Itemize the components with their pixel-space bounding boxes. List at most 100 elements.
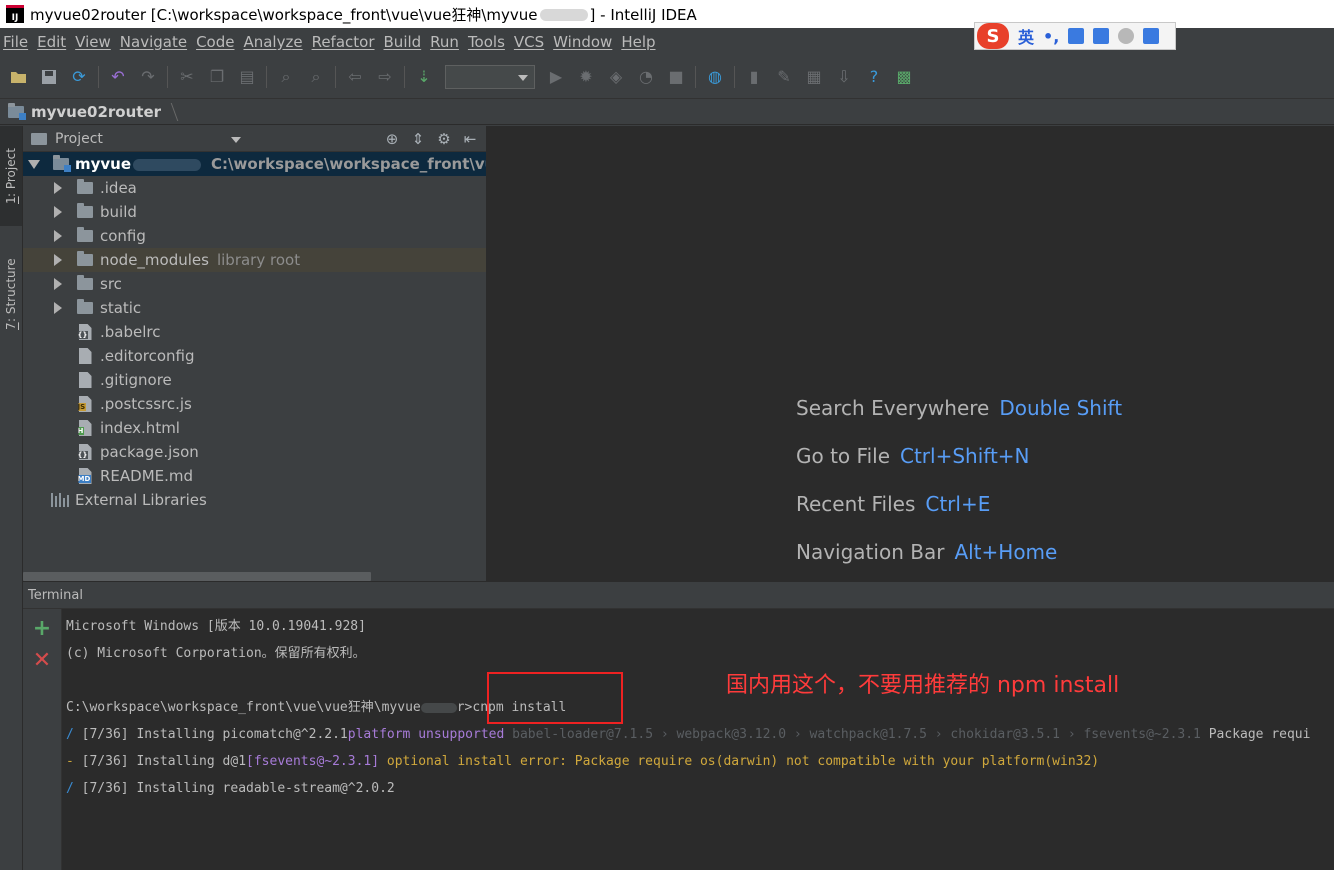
hide-panel-icon[interactable]: ⇤ bbox=[460, 129, 480, 149]
vcs-icon[interactable]: ▮ bbox=[743, 66, 765, 88]
collapse-all-icon[interactable]: ⇕ bbox=[408, 129, 428, 149]
menu-analyze[interactable]: Analyze bbox=[240, 33, 308, 51]
tree-root[interactable]: myvue C:\workspace\workspace_front\vue\vu… bbox=[23, 152, 486, 176]
replace-icon[interactable]: ⌕ bbox=[305, 66, 327, 88]
chevron-down-icon[interactable] bbox=[231, 137, 241, 143]
undo-icon[interactable]: ↶ bbox=[107, 66, 129, 88]
terminal-header: Terminal bbox=[23, 581, 1334, 609]
browser-icon[interactable]: ◍ bbox=[704, 66, 726, 88]
ime-mode-toggle[interactable]: 英 bbox=[1018, 24, 1034, 48]
open-folder-icon[interactable] bbox=[8, 66, 30, 88]
tree-item[interactable]: .gitignore bbox=[23, 368, 486, 392]
ime-punctuation-toggle[interactable]: •, bbox=[1043, 27, 1059, 46]
profile-icon[interactable]: ◔ bbox=[635, 66, 657, 88]
gear-icon[interactable]: ⚙ bbox=[434, 129, 454, 149]
tree-item[interactable]: build bbox=[23, 200, 486, 224]
find-icon[interactable]: ⌕ bbox=[275, 66, 297, 88]
tab-project[interactable]: 1: Project bbox=[0, 126, 22, 226]
help-icon[interactable]: ? bbox=[863, 66, 885, 88]
caret-right-icon[interactable] bbox=[52, 230, 64, 242]
menu-run[interactable]: Run bbox=[427, 33, 465, 51]
caret-right-icon[interactable] bbox=[52, 206, 64, 218]
project-view-icon bbox=[31, 132, 47, 145]
caret-right-icon[interactable] bbox=[52, 254, 64, 266]
forward-icon[interactable]: ⇨ bbox=[374, 66, 396, 88]
caret-right-icon[interactable] bbox=[52, 278, 64, 290]
tree-item[interactable]: config bbox=[23, 224, 486, 248]
annotation-highlight-box bbox=[487, 672, 623, 724]
redacted-blur bbox=[539, 9, 588, 21]
paste-icon[interactable]: ▤ bbox=[236, 66, 258, 88]
close-session-icon[interactable]: ✕ bbox=[32, 648, 52, 673]
menu-build[interactable]: Build bbox=[381, 33, 428, 51]
tree-item[interactable]: {} .babelrc bbox=[23, 320, 486, 344]
new-session-plus-icon[interactable]: + bbox=[32, 616, 52, 641]
menu-refactor[interactable]: Refactor bbox=[309, 33, 381, 51]
menu-file[interactable]: File bbox=[0, 33, 34, 51]
menu-help[interactable]: Help bbox=[618, 33, 661, 51]
microphone-icon[interactable] bbox=[1068, 28, 1085, 44]
project-structure-icon[interactable]: ▦ bbox=[803, 66, 825, 88]
tree-item[interactable]: MD README.md bbox=[23, 464, 486, 488]
locate-file-icon[interactable]: ⊕ bbox=[382, 129, 402, 149]
redacted-blur bbox=[133, 158, 202, 171]
menu-edit[interactable]: Edit bbox=[34, 33, 72, 51]
keyboard-icon[interactable] bbox=[1093, 28, 1110, 44]
coverage-icon[interactable]: ◈ bbox=[605, 66, 627, 88]
sdk-icon[interactable]: ⇩ bbox=[833, 66, 855, 88]
debug-icon[interactable]: ✹ bbox=[575, 66, 597, 88]
tree-item[interactable]: .idea bbox=[23, 176, 486, 200]
folder-icon bbox=[76, 251, 94, 269]
stop-icon[interactable]: ■ bbox=[665, 66, 687, 88]
menu-navigate[interactable]: Navigate bbox=[117, 33, 193, 51]
file-type-tag: JS bbox=[77, 403, 87, 411]
ime-toolbar: S 英 •, bbox=[974, 22, 1176, 50]
tree-item[interactable]: node_modules library root bbox=[23, 248, 486, 272]
sogou-logo-icon[interactable]: S bbox=[977, 23, 1009, 49]
tab-structure[interactable]: 7: Structure bbox=[0, 246, 22, 342]
save-icon[interactable] bbox=[38, 66, 60, 88]
tree-item[interactable]: Hindex.html bbox=[23, 416, 486, 440]
breadcrumb-project[interactable]: myvue02router bbox=[31, 103, 161, 121]
tree-item[interactable]: JS .postcssrc.js bbox=[23, 392, 486, 416]
plugin-icon[interactable]: ▩ bbox=[893, 66, 915, 88]
user-icon[interactable] bbox=[1118, 28, 1135, 44]
redo-icon[interactable]: ↷ bbox=[137, 66, 159, 88]
caret-right-icon[interactable] bbox=[52, 302, 64, 314]
tree-item-label: config bbox=[100, 227, 146, 245]
horizontal-scrollbar[interactable] bbox=[23, 572, 371, 581]
file-icon: MD bbox=[76, 467, 94, 485]
menu-tools[interactable]: Tools bbox=[465, 33, 511, 51]
tree-item[interactable]: .editorconfig bbox=[23, 344, 486, 368]
libraries-icon bbox=[51, 491, 69, 509]
build-icon[interactable]: ⇣ bbox=[413, 66, 435, 88]
menu-code[interactable]: Code bbox=[193, 33, 240, 51]
project-panel-tools: ⊕ ⇕ ⚙ ⇤ bbox=[382, 129, 480, 149]
redacted-blur bbox=[420, 702, 457, 713]
file-type-tag: {} bbox=[77, 451, 89, 459]
file-icon: {} bbox=[76, 323, 94, 341]
run-configuration-select[interactable] bbox=[445, 64, 535, 89]
caret-right-icon[interactable] bbox=[52, 182, 64, 194]
back-icon[interactable]: ⇦ bbox=[344, 66, 366, 88]
run-icon[interactable]: ▶ bbox=[545, 66, 567, 88]
terminal-output[interactable]: Microsoft Windows [版本 10.0.19041.928] (c… bbox=[62, 609, 1334, 870]
tree-item[interactable]: {} package.json bbox=[23, 440, 486, 464]
grid-menu-icon[interactable] bbox=[1143, 28, 1160, 44]
sync-icon[interactable]: ⟳ bbox=[68, 66, 90, 88]
menu-vcs[interactable]: VCS bbox=[511, 33, 550, 51]
toolbar-separator bbox=[695, 65, 696, 88]
menu-view[interactable]: View bbox=[72, 33, 117, 51]
terminal-line: Microsoft Windows [版本 10.0.19041.928] bbox=[66, 619, 366, 634]
cut-icon[interactable]: ✂ bbox=[176, 66, 198, 88]
toolbar-separator bbox=[335, 65, 336, 88]
tree-external-libraries[interactable]: External Libraries bbox=[23, 488, 486, 512]
caret-down-icon[interactable] bbox=[28, 159, 40, 169]
tree-item[interactable]: src bbox=[23, 272, 486, 296]
menu-window[interactable]: Window bbox=[550, 33, 618, 51]
copy-icon[interactable]: ❐ bbox=[206, 66, 228, 88]
tree-item-label: static bbox=[100, 299, 142, 317]
tree-item[interactable]: static bbox=[23, 296, 486, 320]
project-view-select[interactable]: Project bbox=[55, 131, 103, 147]
settings-icon[interactable]: ✎ bbox=[773, 66, 795, 88]
